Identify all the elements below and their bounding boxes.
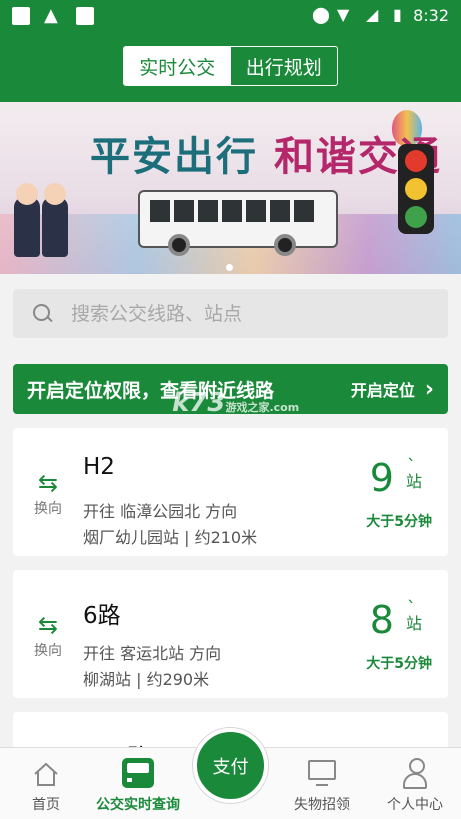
police-figure — [14, 183, 40, 257]
stops-away: 8 站 ` — [369, 598, 422, 642]
notification-icon — [76, 7, 94, 25]
enable-location-button[interactable]: 开启定位 › — [351, 377, 434, 402]
search-bar[interactable] — [13, 289, 448, 338]
banner-slogan: 平安出行 和谐交通 — [90, 133, 442, 180]
chevron-right-icon: › — [424, 376, 434, 402]
switch-direction-button[interactable]: ⇆ 换向 — [31, 469, 65, 518]
tab-realtime-bus[interactable]: 实时公交 — [124, 47, 231, 85]
switch-direction-button[interactable]: ⇆ 换向 — [31, 611, 65, 660]
nearest-stop: 烟厂幼儿园站 | 约210米 — [83, 528, 258, 547]
route-name: 6路 — [83, 603, 121, 629]
tab-trip-planning[interactable]: 出行规划 — [231, 47, 338, 85]
nearest-stop: 柳湖站 | 约290米 — [83, 670, 210, 689]
route-card[interactable]: ⇆ 换向 6路 开往 客运北站 方向 柳湖站 | 约290米 8 站 ` 大于5… — [13, 570, 448, 698]
banner-pager — [226, 264, 233, 271]
status-bar: ▲ ⬤ ▼ ◢ ▮ 8:32 — [0, 0, 461, 32]
pay-button[interactable]: 支付 — [193, 728, 268, 803]
route-name: H2 — [83, 454, 115, 480]
mode-tabs: 实时公交 出行规划 — [123, 46, 338, 86]
nav-item-home[interactable]: 首页 — [0, 758, 92, 814]
wifi-icon: ▼ — [337, 5, 350, 24]
bus-illustration — [138, 190, 338, 256]
traffic-light-icon — [398, 144, 434, 234]
signal-icon: ◢ — [366, 5, 379, 24]
nav-item-profile[interactable]: 个人中心 — [369, 758, 461, 814]
search-input[interactable] — [71, 302, 411, 325]
monitor-icon — [308, 760, 336, 786]
app-header: ▲ ⬤ ▼ ◢ ▮ 8:32 实时公交 出行规划 — [0, 0, 461, 102]
arrival-eta: 大于5分钟 — [366, 514, 432, 530]
status-time: 8:32 — [413, 6, 449, 25]
swap-arrows-icon: ⇆ — [37, 611, 59, 639]
swap-arrows-icon: ⇆ — [37, 469, 59, 497]
promo-banner[interactable]: 平安出行 和谐交通 — [0, 102, 461, 274]
location-icon: ⬤ — [312, 5, 330, 24]
warning-icon: ▲ — [44, 5, 58, 26]
signal-tick-icon: ` — [407, 598, 416, 619]
route-card[interactable]: ⇆ 换向 H2 开往 临漳公园北 方向 烟厂幼儿园站 | 约210米 9 站 `… — [13, 428, 448, 556]
watermark: k73游戏之家.com — [172, 388, 300, 418]
search-icon — [33, 303, 53, 324]
police-figure — [42, 183, 68, 257]
bus-icon — [122, 758, 159, 788]
user-icon — [403, 758, 427, 789]
notification-icon — [12, 7, 30, 25]
arrival-eta: 大于5分钟 — [366, 656, 432, 672]
battery-icon: ▮ — [393, 5, 402, 24]
stops-away: 9 站 ` — [369, 456, 422, 500]
nav-item-lost-found[interactable]: 失物招领 — [276, 758, 368, 814]
route-direction: 开往 客运北站 方向 — [83, 644, 222, 663]
nav-item-bus-realtime[interactable]: 公交实时查询 — [92, 758, 184, 814]
route-direction: 开往 临漳公园北 方向 — [83, 502, 238, 521]
home-icon — [34, 762, 58, 786]
signal-tick-icon: ` — [407, 456, 416, 477]
